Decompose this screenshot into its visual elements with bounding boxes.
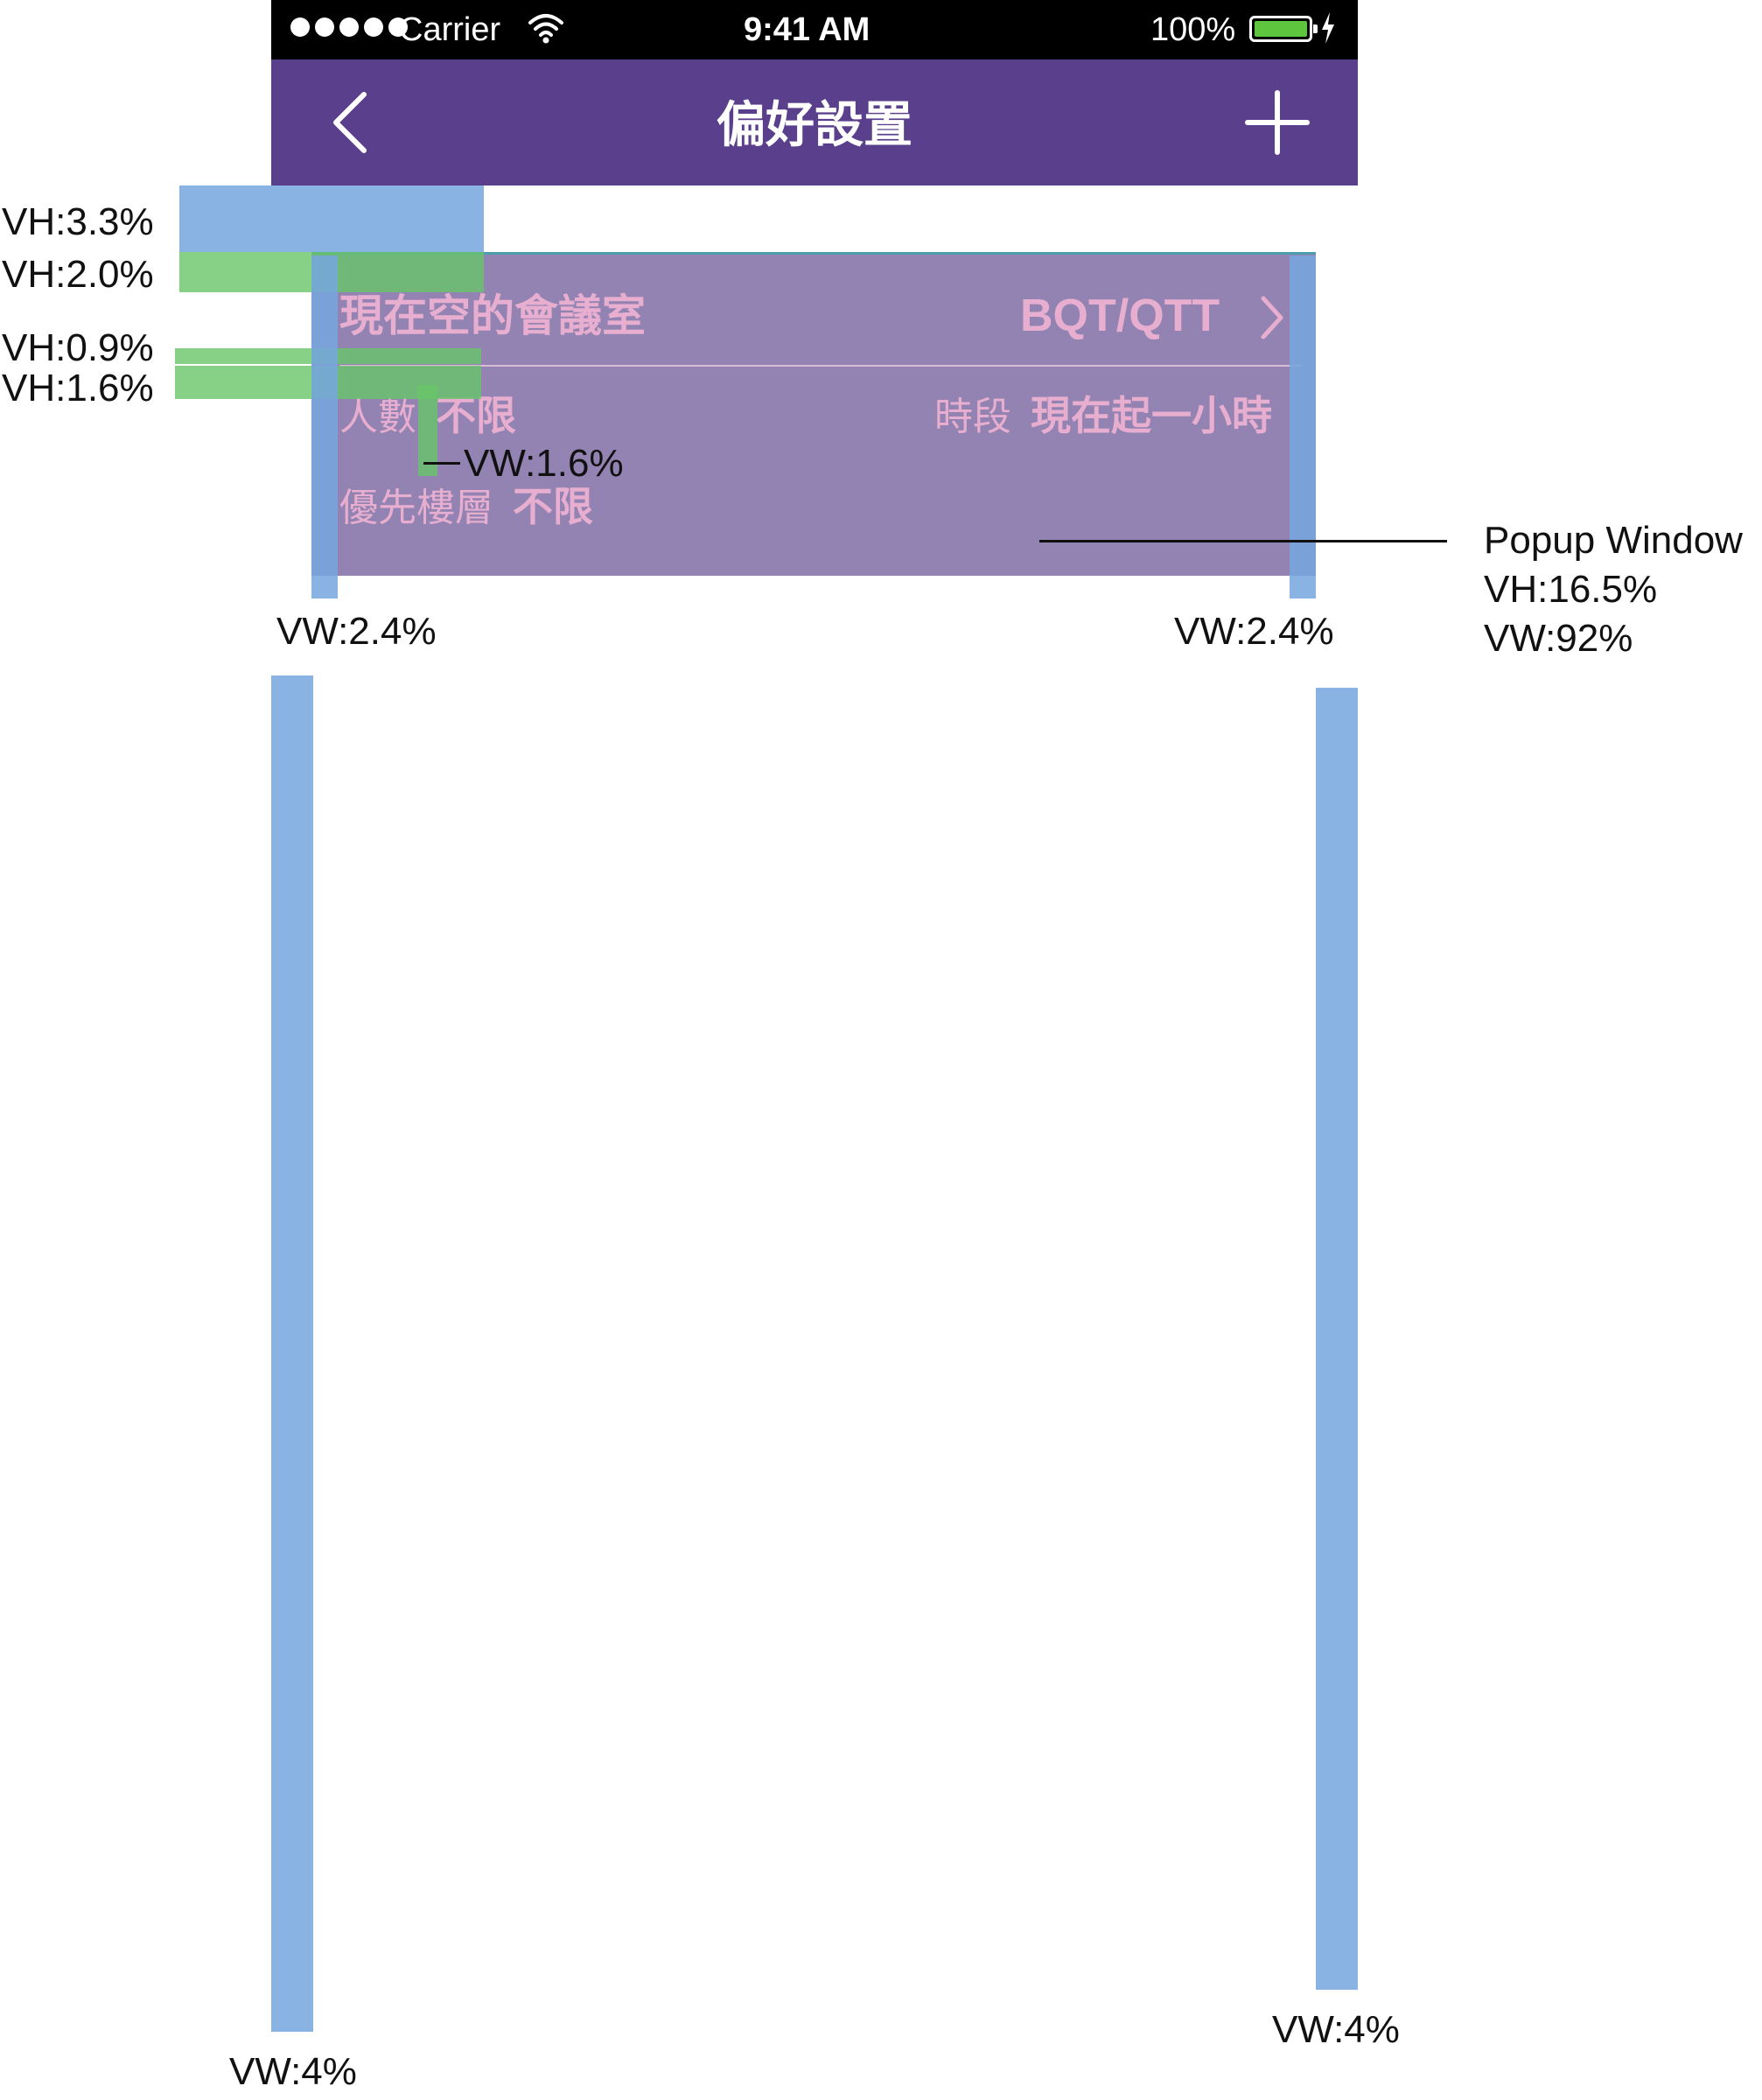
popup-leader-line: [1039, 540, 1447, 542]
spacing-marker-top: [179, 186, 484, 252]
vh-top-label: VH:3.3%: [2, 200, 154, 243]
padding-marker-right: [1290, 256, 1316, 598]
popup-name-label: Popup Window: [1484, 519, 1743, 562]
vw-gap-label: VW:1.6%: [464, 442, 624, 485]
carrier-label: Carrier: [399, 11, 501, 48]
vh-title-label: VH:2.0%: [2, 253, 154, 296]
people-label: 人數: [339, 396, 416, 438]
margin-marker-left: [271, 676, 313, 2032]
add-button[interactable]: [1244, 89, 1311, 156]
vw-page-right-label: VW:4%: [1272, 2008, 1400, 2051]
status-time: 9:41 AM: [744, 11, 871, 48]
period-label: 時段: [934, 396, 1011, 438]
vw-card-right-label: VW:2.4%: [1174, 610, 1334, 653]
popup-vw-label: VW:92%: [1484, 617, 1633, 660]
period-value[interactable]: 現在起一小時: [1031, 389, 1272, 442]
wifi-icon: [528, 14, 563, 44]
margin-marker-right: [1316, 688, 1358, 1990]
vw-card-left-label: VW:2.4%: [276, 610, 437, 653]
battery-icon: [1249, 16, 1318, 42]
vw-page-left-label: VW:4%: [229, 2050, 357, 2093]
floor-label: 優先樓層: [339, 486, 493, 529]
signal-dots-icon: [290, 18, 408, 37]
plus-icon: [1245, 90, 1310, 155]
charging-bolt-icon: [1322, 12, 1334, 44]
popup-vh-label: VH:16.5%: [1484, 568, 1658, 611]
floor-value[interactable]: 不限: [513, 480, 593, 533]
gap-leader-line: [423, 462, 460, 465]
preference-card[interactable]: 現在空的會議室 BQT/QTT 人數 不限 時段 現在起一小時 優先樓層 不限: [311, 252, 1316, 576]
status-bar: Carrier 9:41 AM 100%: [271, 0, 1358, 60]
padding-marker-left: [311, 256, 338, 598]
battery-percentage: 100%: [1150, 11, 1236, 48]
page-title: 偏好設置: [717, 97, 912, 152]
vh-divider-label: VH:0.9%: [2, 326, 154, 369]
location-value[interactable]: BQT/QTT: [1020, 290, 1220, 342]
chevron-right-icon[interactable]: [1256, 293, 1288, 342]
card-title: 現在空的會議室: [339, 291, 646, 340]
nav-bar: 偏好設置: [271, 60, 1358, 186]
card-divider: [339, 365, 1302, 367]
vh-row-label: VH:1.6%: [2, 367, 154, 410]
